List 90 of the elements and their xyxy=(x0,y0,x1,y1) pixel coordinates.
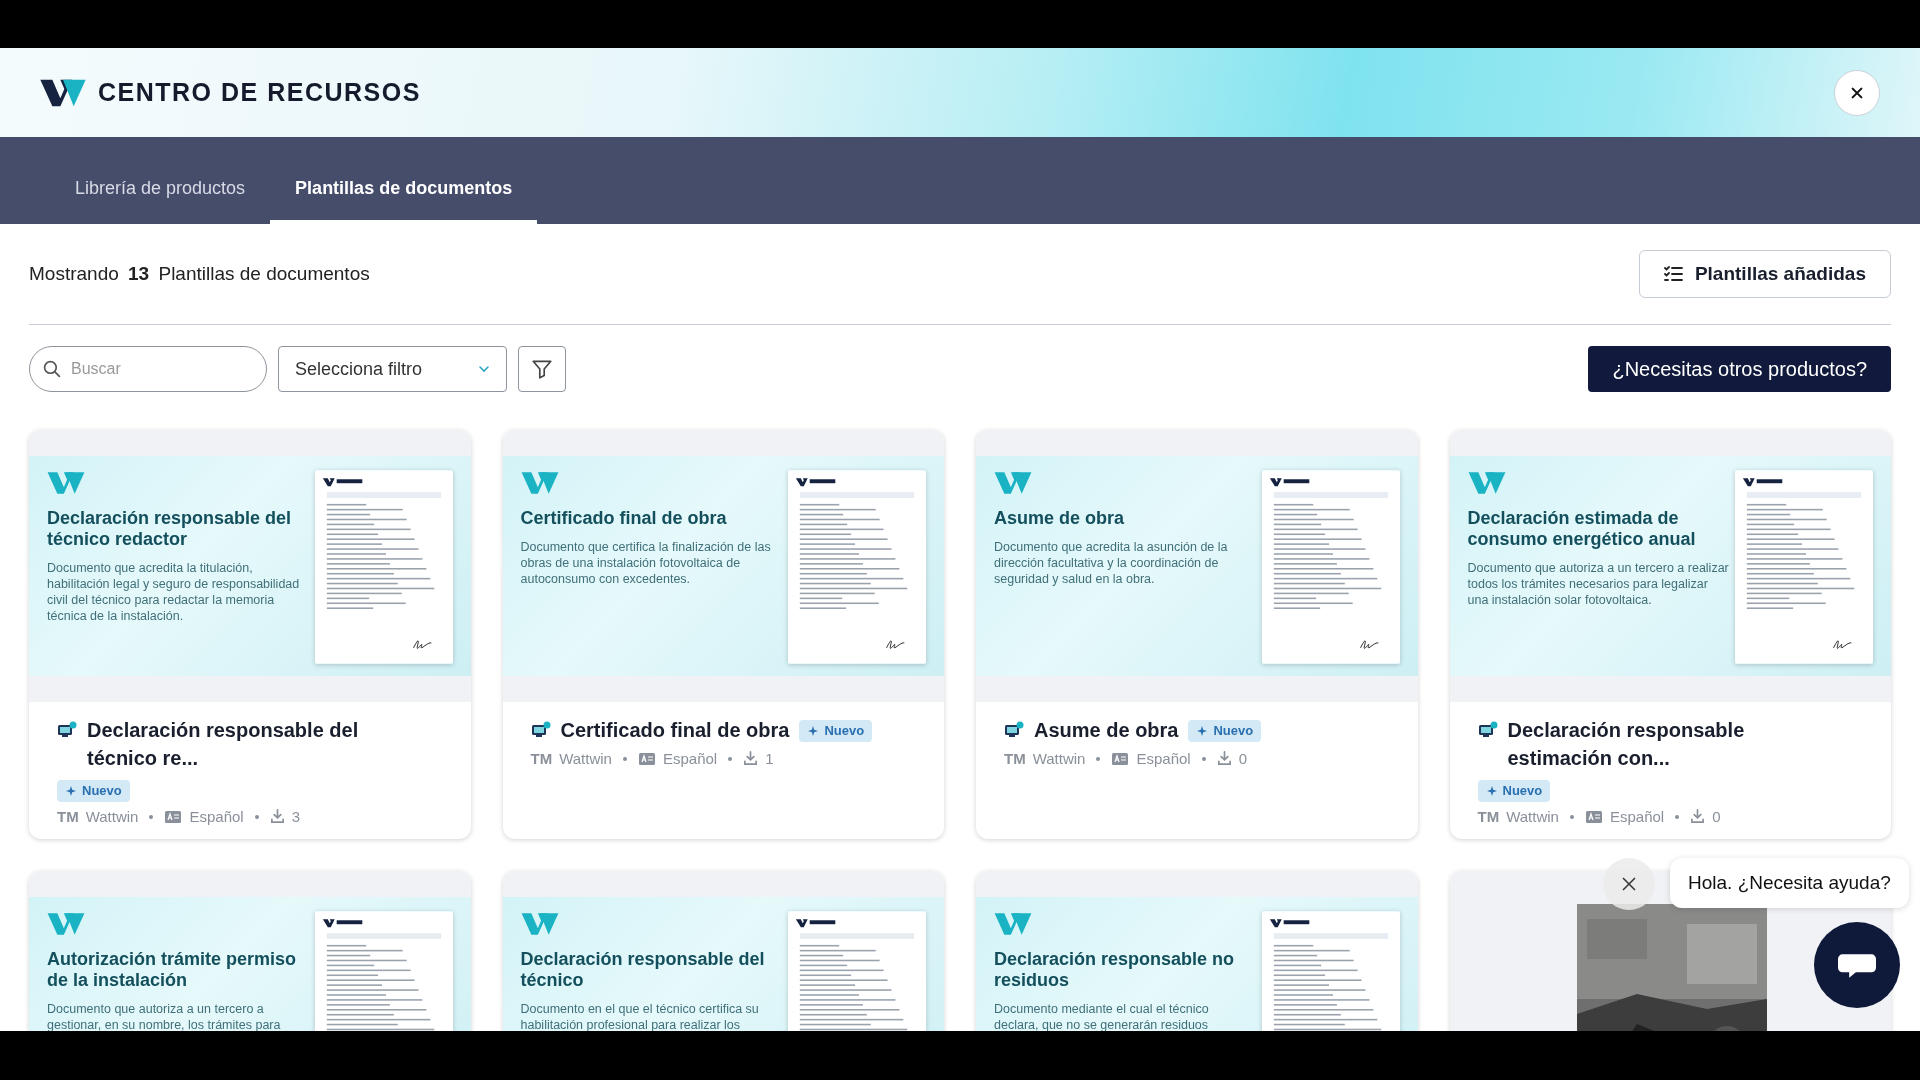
language-icon xyxy=(1111,750,1130,767)
card-title: Certificado final de obra xyxy=(560,718,790,743)
search-icon xyxy=(43,360,61,378)
new-badge: Nuevo xyxy=(1188,720,1262,742)
result-summary: Mostrando 13 Plantillas de documentos xyxy=(29,263,370,285)
preview-title: Declaración responsable no residuos xyxy=(994,949,1236,991)
added-templates-button[interactable]: Plantillas añadidas xyxy=(1638,250,1891,298)
close-button[interactable] xyxy=(1834,69,1880,116)
preview-description: Documento en el que el técnico certifica su habilitación profesional para realizar los xyxy=(520,1001,760,1031)
separator-dot xyxy=(1096,756,1101,761)
template-icon xyxy=(1477,721,1498,738)
author-name: Wattwin xyxy=(1506,808,1559,825)
preview-description: Documento que acredita la titulación, habilitación legal y seguro de responsabilidad civil del técnico para redactar la memoria técnica de la instalación. xyxy=(47,560,301,624)
language-label: Español xyxy=(1609,808,1665,825)
card-title: Declaración responsable del técnico re... xyxy=(87,718,360,771)
logo-icon xyxy=(994,470,1032,496)
card-title: Declaración responsable estimación con... xyxy=(1507,718,1746,771)
template-card[interactable]: Declaración responsable no residuos Documento mediante el cual el técnico declara, que no se generarán residuos xyxy=(976,871,1418,1031)
template-icon xyxy=(530,721,551,738)
download-count: 1 xyxy=(765,750,774,767)
template-icon xyxy=(57,721,77,738)
download-icon xyxy=(743,751,759,766)
separator-dot xyxy=(1201,756,1206,761)
new-badge: Nuevo xyxy=(1477,780,1551,802)
language-icon xyxy=(1584,808,1603,825)
chat-icon xyxy=(1838,951,1876,979)
template-card[interactable]: Certificado final de obra Documento que certifica la finalización de las obras de una instalación fotovoltaica de autoconsumo con excedentes. Certificado final de obra Nuevo TM Wattwin Español 1 xyxy=(502,430,944,839)
card-title: Asume de obra xyxy=(1034,718,1179,743)
chevron-down-icon xyxy=(478,365,490,373)
filter-dropdown[interactable]: Selecciona filtro xyxy=(278,346,507,392)
language-icon xyxy=(637,750,656,767)
template-card[interactable] xyxy=(1449,430,1891,839)
header-title: CENTRO DE RECURSOS xyxy=(98,78,421,107)
logo-icon xyxy=(47,911,85,937)
logo-icon xyxy=(1467,470,1506,496)
tab[interactable]: Plantillas de documentos xyxy=(270,172,538,224)
separator-dot xyxy=(728,756,733,761)
separator-dot xyxy=(254,814,259,819)
checklist-icon xyxy=(1663,265,1683,283)
preview-description: Documento que certifica la finalización de las obras de una instalación fotovoltaica de autoconsumo con excedentes. xyxy=(520,539,772,587)
sparkle-icon xyxy=(65,785,77,797)
separator-dot xyxy=(1675,814,1680,819)
preview-title: Certificado final de obra xyxy=(520,508,728,529)
new-badge: Nuevo xyxy=(57,780,130,802)
tab[interactable]: Librería de productos xyxy=(50,172,271,224)
author-initials: TM xyxy=(530,750,553,767)
download-icon xyxy=(269,809,285,824)
logo-icon xyxy=(47,470,85,496)
download-count: 0 xyxy=(1712,808,1721,825)
close-icon xyxy=(1850,85,1864,100)
author-name: Wattwin xyxy=(85,808,139,825)
preview-title: Asume de obra xyxy=(994,508,1126,529)
logo-icon xyxy=(520,911,559,937)
separator-dot xyxy=(1569,814,1574,819)
author-initials: TM xyxy=(1004,750,1026,767)
download-count: 0 xyxy=(1238,750,1248,767)
template-card[interactable]: Autorización trámite permiso de la instalación Documento que autoriza a un tercero a gestionar, en su nombre, los trámites para xyxy=(29,871,471,1031)
download-icon xyxy=(1216,751,1232,766)
separator-dot xyxy=(622,756,627,761)
author-initials: TM xyxy=(1477,808,1500,825)
language-icon xyxy=(164,808,183,825)
new-badge: Nuevo xyxy=(799,720,873,742)
download-icon xyxy=(1690,809,1706,824)
author-initials: TM xyxy=(57,808,79,825)
close-icon xyxy=(1621,876,1637,892)
filter-button[interactable] xyxy=(518,346,566,392)
template-icon xyxy=(1004,721,1024,738)
language-label: Español xyxy=(1136,750,1191,767)
template-card[interactable]: Declaración responsable del técnico Documento en el que el técnico certifica su habilitación profesional para realizar los xyxy=(502,871,944,1031)
preview-description: Documento que acredita la asunción de la dirección facultativa y la coordinación de seguridad y salud en la obra. xyxy=(994,539,1229,587)
preview-description: Documento mediante el cual el técnico declara, que no se generarán residuos xyxy=(994,1001,1210,1031)
preview-description: Documento que autoriza a un tercero a realizar todos los trámites necesarios para legalizar una instalación solar fotovoltaica. xyxy=(1467,560,1730,608)
funnel-icon xyxy=(531,358,553,380)
preview-title: Autorización trámite permiso de la instalación xyxy=(47,949,298,991)
language-label: Español xyxy=(189,808,244,825)
logo-icon xyxy=(520,470,559,496)
preview-description: Documento que autoriza a un tercero a gestionar, en su nombre, los trámites para xyxy=(47,1001,282,1031)
separator-dot xyxy=(149,814,154,819)
template-card[interactable]: Asume de obra Documento que acredita la asunción de la dirección facultativa y la coordinación de seguridad y salud en la obra. Asume de obra Nuevo TM Wattwin Español 0 xyxy=(976,430,1418,839)
author-name: Wattwin xyxy=(1032,750,1086,767)
language-label: Español xyxy=(662,750,718,767)
other-products-button[interactable]: ¿Necesitas otros productos? xyxy=(1588,346,1891,392)
preview-title: Declaración responsable del técnico xyxy=(520,949,766,991)
preview-title: Declaración responsable del técnico redactor xyxy=(47,508,293,550)
author-name: Wattwin xyxy=(559,750,612,767)
download-count: 3 xyxy=(291,808,301,825)
chat-message: Hola. ¿Necesita ayuda? xyxy=(1670,858,1909,908)
logo-icon xyxy=(994,911,1032,937)
preview-title: Declaración estimada de consumo energético anual xyxy=(1467,508,1697,550)
search-field[interactable]: Buscar xyxy=(29,346,267,392)
